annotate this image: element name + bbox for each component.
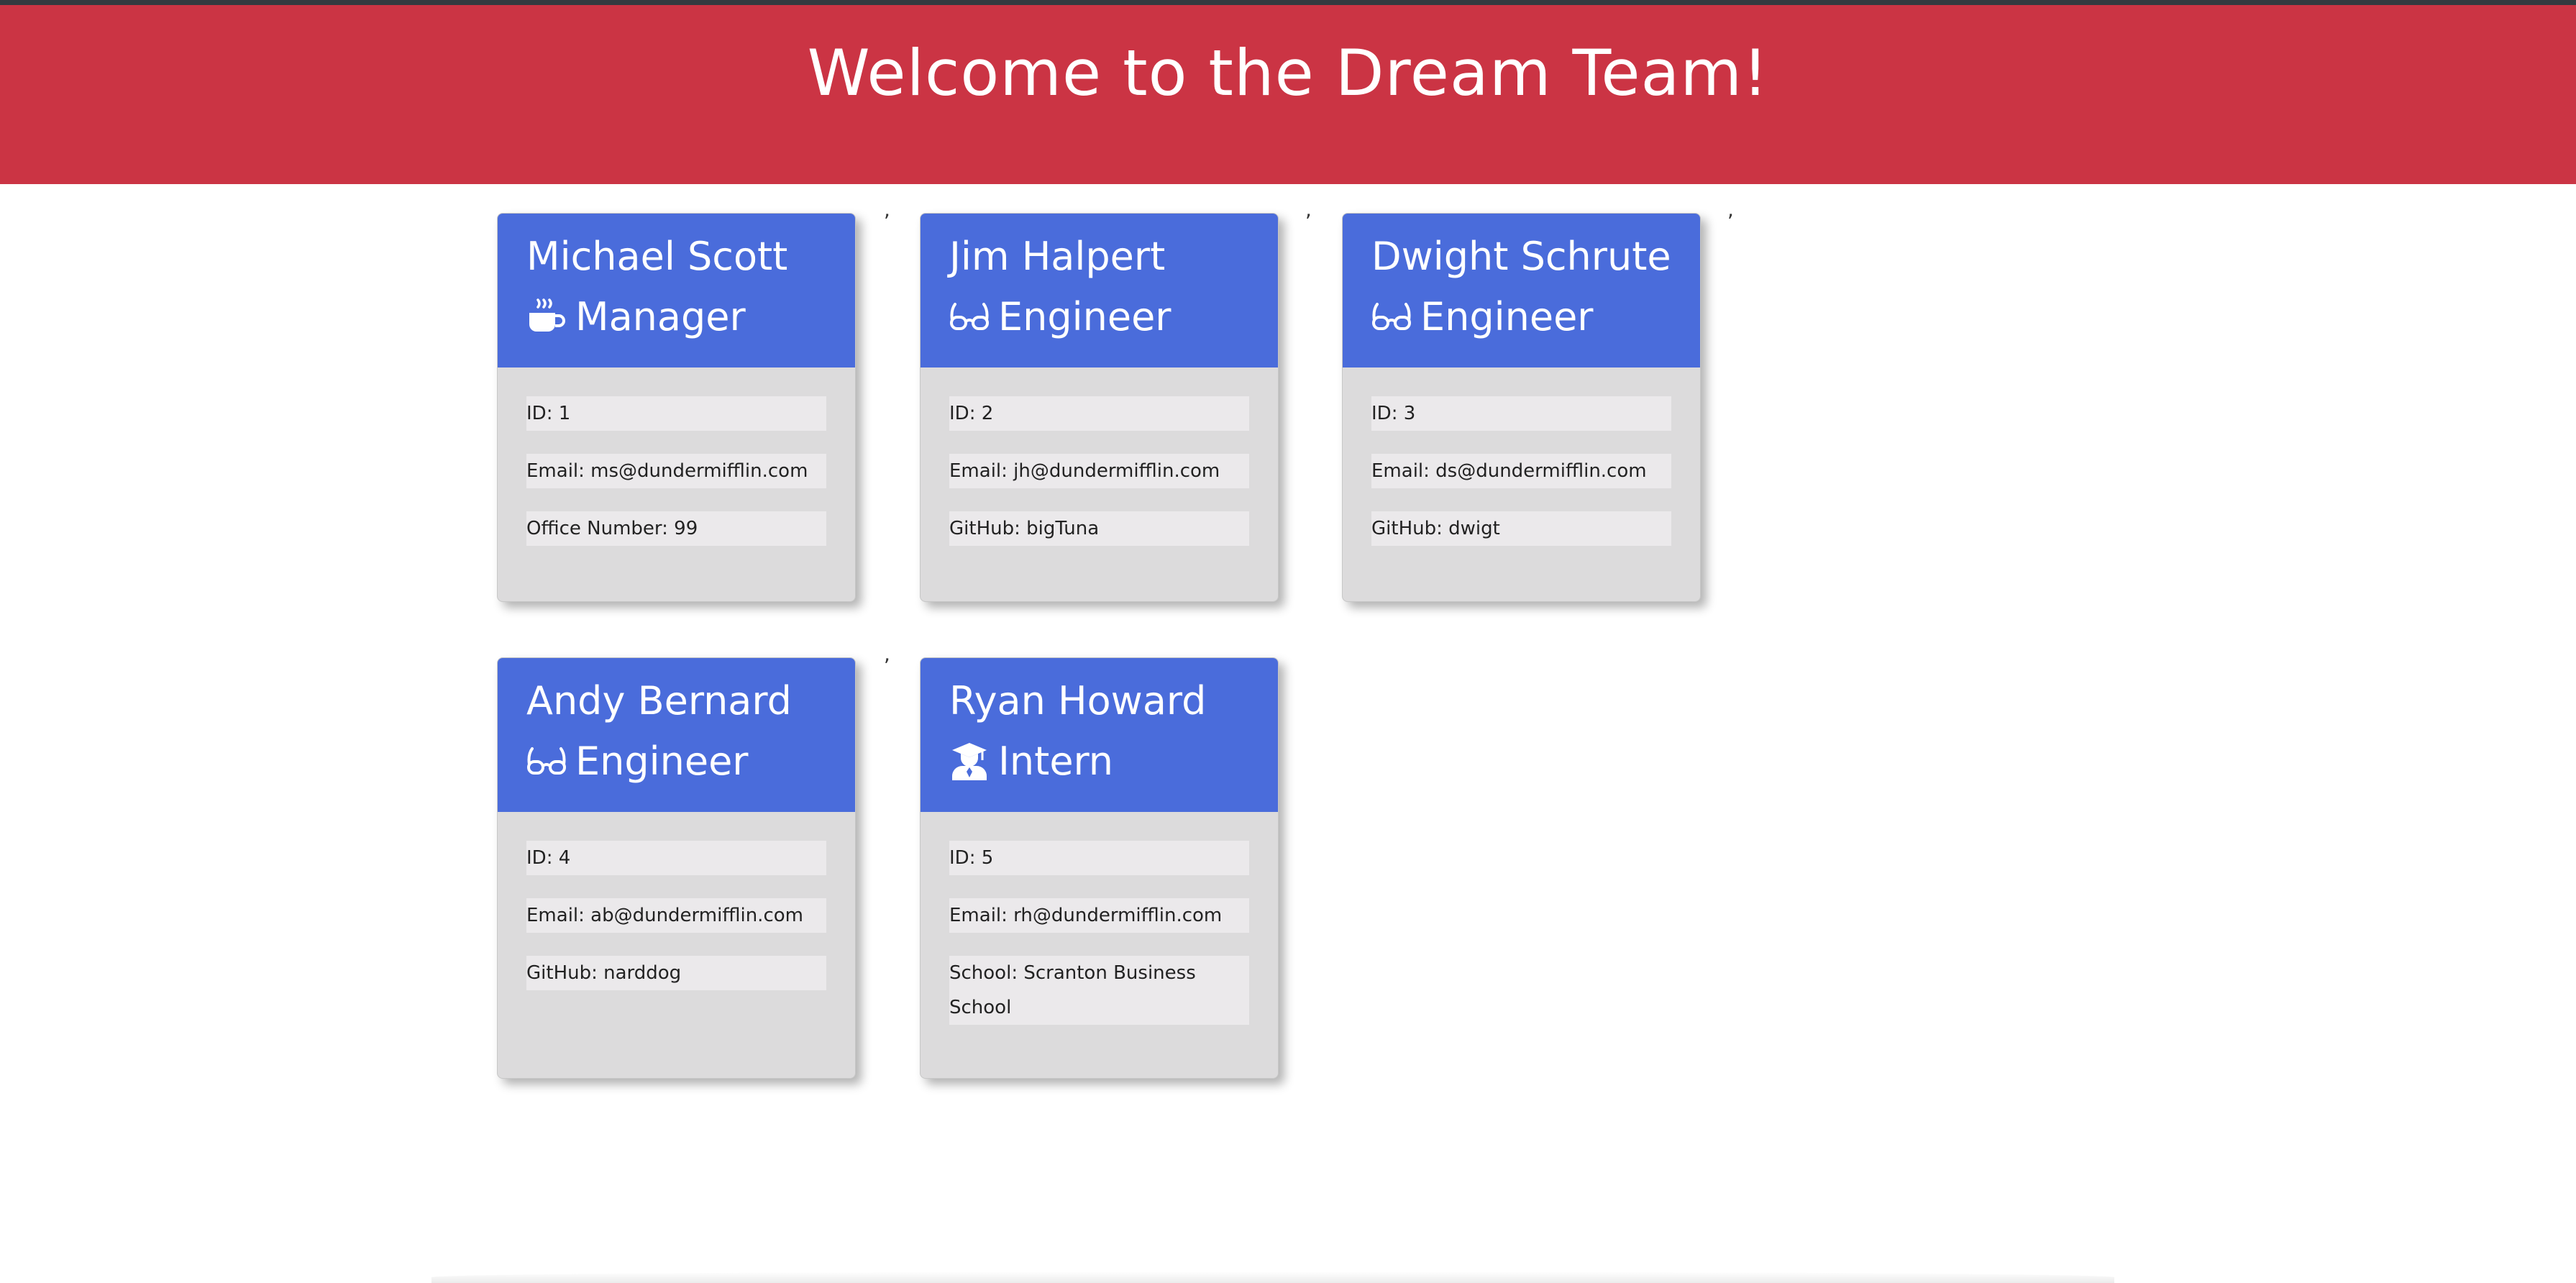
- employee-email: Email: rh@dundermifflin.com: [949, 898, 1249, 933]
- separator: ,: [1305, 198, 1312, 222]
- card-header: Jim Halpert Engineer: [921, 214, 1278, 367]
- employee-email: Email: ds@dundermifflin.com: [1371, 454, 1671, 488]
- card-header: Dwight Schrute Engineer: [1343, 214, 1700, 367]
- graduate-icon: [949, 741, 990, 782]
- card-body: ID: 1 Email: ms@dundermifflin.com Office…: [498, 367, 855, 589]
- role-label: Engineer: [575, 739, 749, 784]
- employee-email: Email: jh@dundermifflin.com: [949, 454, 1249, 488]
- card-body: ID: 2 Email: jh@dundermifflin.com GitHub…: [921, 367, 1278, 589]
- employee-card-andy-bernard: Andy Bernard Engineer ID: 4 Email: ab@du…: [497, 657, 856, 1079]
- employee-role: Engineer: [1371, 288, 1594, 346]
- card-header: Michael Scott Manager: [498, 214, 855, 367]
- employee-name: Ryan Howard: [949, 678, 1207, 723]
- employee-name: Andy Bernard: [526, 678, 792, 723]
- page-title: Welcome to the Dream Team!: [807, 36, 1769, 110]
- card-header: Andy Bernard Engineer: [498, 658, 855, 812]
- employee-name: Jim Halpert: [949, 234, 1166, 279]
- employee-id: ID: 4: [526, 841, 826, 875]
- role-label: Engineer: [998, 294, 1171, 339]
- card-body: ID: 4 Email: ab@dundermifflin.com GitHub…: [498, 812, 855, 1033]
- employee-email: Email: ms@dundermifflin.com: [526, 454, 826, 488]
- separator: ,: [1727, 198, 1734, 222]
- glasses-icon: [1371, 297, 1412, 337]
- employee-id: ID: 5: [949, 841, 1249, 875]
- role-label: Intern: [998, 739, 1114, 784]
- employee-id: ID: 1: [526, 396, 826, 431]
- employee-card-ryan-howard: Ryan Howard Intern ID: 5 Email: rh@dunde…: [920, 657, 1279, 1079]
- employee-role: Manager: [526, 288, 746, 346]
- role-label: Engineer: [1420, 294, 1594, 339]
- employee-name: Dwight Schrute: [1371, 234, 1671, 279]
- coffee-icon: [526, 297, 567, 337]
- employee-card-michael-scott: Michael Scott Manager ID: 1 Email: ms@du…: [497, 213, 856, 602]
- employee-school: School: Scranton Business School: [949, 956, 1249, 1025]
- employee-name: Michael Scott: [526, 234, 788, 279]
- employee-email: Email: ab@dundermifflin.com: [526, 898, 826, 933]
- employee-github: GitHub: bigTuna: [949, 511, 1249, 546]
- employee-role: Engineer: [949, 288, 1171, 346]
- top-border: [0, 0, 2576, 5]
- separator: ,: [884, 198, 890, 222]
- card-body: ID: 5 Email: rh@dundermifflin.com School…: [921, 812, 1278, 1068]
- employee-card-dwight-schrute: Dwight Schrute Engineer ID: 3 Email: ds@…: [1342, 213, 1701, 602]
- glasses-icon: [526, 741, 567, 782]
- page-header: Welcome to the Dream Team!: [0, 5, 2576, 184]
- employee-card-jim-halpert: Jim Halpert Engineer ID: 2 Email: jh@dun…: [920, 213, 1279, 602]
- employee-office-number: Office Number: 99: [526, 511, 826, 546]
- employee-id: ID: 2: [949, 396, 1249, 431]
- employee-role: Engineer: [526, 733, 749, 790]
- employee-role: Intern: [949, 733, 1113, 790]
- employee-github: GitHub: dwigt: [1371, 511, 1671, 546]
- glasses-icon: [949, 297, 990, 337]
- card-body: ID: 3 Email: ds@dundermifflin.com GitHub…: [1343, 367, 1700, 589]
- employee-github: GitHub: narddog: [526, 956, 826, 990]
- card-header: Ryan Howard Intern: [921, 658, 1278, 812]
- separator: ,: [884, 642, 890, 666]
- footer-shadow: [431, 1271, 2114, 1283]
- employee-id: ID: 3: [1371, 396, 1671, 431]
- role-label: Manager: [575, 294, 746, 339]
